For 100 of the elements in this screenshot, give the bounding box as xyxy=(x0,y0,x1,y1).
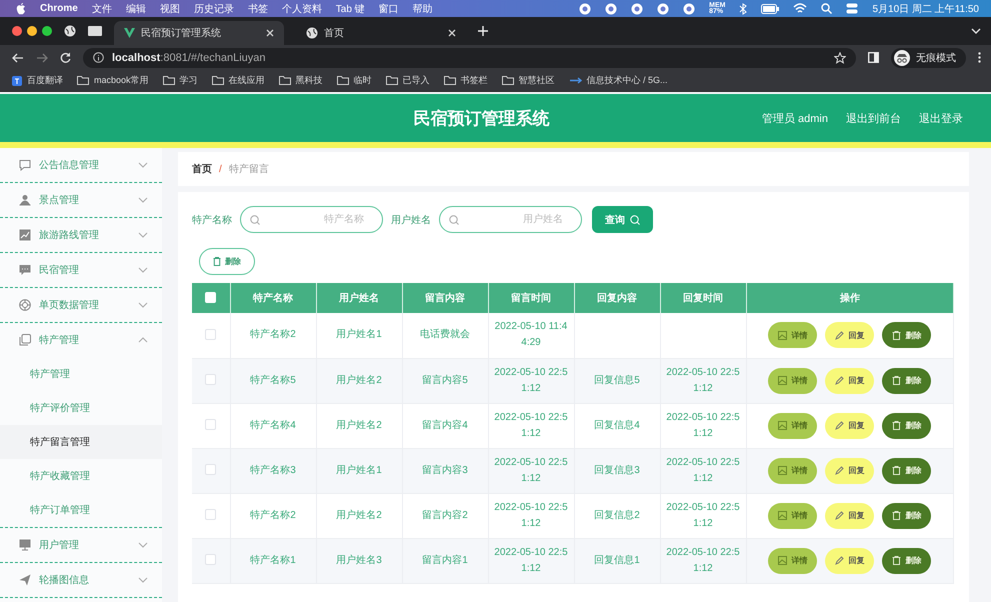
delete-button[interactable]: 删除 xyxy=(882,322,932,348)
submenu-item[interactable]: 特产留言管理 xyxy=(0,425,162,459)
menu-item[interactable]: Tab 键 xyxy=(336,2,365,16)
table-cell: 回复信息2 xyxy=(594,510,640,520)
delete-button[interactable]: 删除 xyxy=(882,548,932,574)
sidebar-item[interactable]: 旅游路线管理 xyxy=(0,218,162,252)
search-icon[interactable] xyxy=(821,3,832,14)
browser-tab[interactable]: 民宿预订管理系统 xyxy=(114,21,284,45)
search-field[interactable]: 特产名称 xyxy=(240,206,383,233)
reply-button[interactable]: 回复 xyxy=(825,412,874,438)
detail-button[interactable]: 详情 xyxy=(768,322,818,348)
bookmark[interactable]: 黑科技 xyxy=(278,74,323,87)
sidebar-item[interactable]: 单页数据管理 xyxy=(0,288,162,322)
circle-icon[interactable] xyxy=(683,2,696,14)
bookmark[interactable]: 学习 xyxy=(162,74,198,87)
search-field[interactable]: 用户姓名 xyxy=(439,206,582,233)
circle-icon[interactable] xyxy=(605,2,618,14)
menu-item[interactable]: 历史记录 xyxy=(194,2,234,16)
delete-button[interactable]: 删除 xyxy=(882,502,932,528)
folder-icon xyxy=(386,76,398,85)
reply-button[interactable]: 回复 xyxy=(825,322,874,348)
pencil-icon xyxy=(835,556,844,565)
bookmark[interactable]: 百度翻译 xyxy=(12,74,63,87)
detail-button[interactable]: 详情 xyxy=(768,458,818,484)
plus-icon[interactable] xyxy=(478,26,488,36)
control-center-icon[interactable] xyxy=(846,3,858,14)
header-link[interactable]: 退出到前台 xyxy=(846,110,901,126)
menu-item[interactable]: 帮助 xyxy=(412,2,433,16)
more-icon[interactable] xyxy=(978,52,981,63)
row-checkbox[interactable] xyxy=(205,509,216,520)
sidebar-item[interactable]: 轮播图信息 xyxy=(0,563,162,597)
globe-icon[interactable] xyxy=(64,25,76,37)
submenu-item[interactable]: 特产订单管理 xyxy=(0,493,162,527)
breadcrumb-item[interactable]: 首页 xyxy=(192,162,212,176)
delete-button[interactable]: 删除 xyxy=(882,412,932,438)
window-controls-icon[interactable] xyxy=(12,26,52,36)
sidebar-icon[interactable] xyxy=(868,52,879,63)
circle-icon[interactable] xyxy=(631,2,644,14)
menu-item[interactable]: 编辑 xyxy=(126,2,146,16)
apple-icon[interactable] xyxy=(16,2,26,14)
delete-button[interactable]: 删除 xyxy=(882,458,932,484)
circle-icon[interactable] xyxy=(657,2,670,14)
header-link[interactable]: 退出登录 xyxy=(919,110,963,126)
detail-button[interactable]: 详情 xyxy=(768,368,818,394)
sidebar-item[interactable]: 公告信息管理 xyxy=(0,148,162,182)
menu-item[interactable]: 书签 xyxy=(248,2,268,16)
reply-button[interactable]: 回复 xyxy=(825,502,874,528)
menu-item[interactable]: Chrome xyxy=(40,3,78,14)
back-icon[interactable] xyxy=(12,52,24,62)
bookmark[interactable]: 书签栏 xyxy=(444,74,488,87)
incognito-button[interactable]: 无痕模式 xyxy=(891,48,966,68)
table-cell: 2022-05-10 22:51:12 xyxy=(666,412,740,438)
close-icon[interactable] xyxy=(448,29,456,37)
delete-button[interactable]: 删除 xyxy=(882,368,932,394)
chevron-down-icon[interactable] xyxy=(971,28,981,34)
sidebar-item[interactable]: 用户管理 xyxy=(0,528,162,562)
reload-icon[interactable] xyxy=(60,52,71,63)
table-cell: 用户姓名1 xyxy=(336,329,382,340)
sidebar-item[interactable]: 民宿管理 xyxy=(0,253,162,287)
bookmark[interactable]: 在线应用 xyxy=(212,74,265,87)
submenu-item[interactable]: 特产收藏管理 xyxy=(0,459,162,493)
menu-item[interactable]: 文件 xyxy=(92,2,112,16)
sidebar-item[interactable]: 景点管理 xyxy=(0,183,162,217)
battery-icon[interactable] xyxy=(761,4,780,14)
address-field[interactable]: localhost:8081/#/techanLiuyan xyxy=(83,48,856,68)
select-all-checkbox[interactable] xyxy=(205,292,216,304)
menu-item[interactable]: 个人资料 xyxy=(282,2,322,16)
reply-button[interactable]: 回复 xyxy=(825,368,874,394)
bookmark[interactable]: 智慧社区 xyxy=(502,74,555,87)
reply-button[interactable]: 回复 xyxy=(825,458,874,484)
bookmark[interactable]: 信息技术中心 / 5G... xyxy=(568,74,668,87)
bookmark[interactable]: 已导入 xyxy=(386,74,430,87)
bluetooth-icon[interactable] xyxy=(739,2,748,14)
detail-button[interactable]: 详情 xyxy=(768,502,818,528)
row-checkbox[interactable] xyxy=(205,464,216,476)
wifi-icon[interactable] xyxy=(793,3,808,14)
row-checkbox[interactable] xyxy=(205,329,216,340)
detail-button[interactable]: 详情 xyxy=(768,548,818,574)
query-button[interactable]: 查询 xyxy=(592,206,653,233)
row-checkbox[interactable] xyxy=(205,374,216,386)
submenu-item[interactable]: 特产管理 xyxy=(0,357,162,391)
clock[interactable]: 5月10日 周二 上午11:50 xyxy=(872,2,979,16)
row-checkbox[interactable] xyxy=(205,554,216,566)
bookmark[interactable]: macbook常用 xyxy=(77,74,149,87)
row-checkbox[interactable] xyxy=(205,419,216,430)
circle-icon[interactable] xyxy=(579,2,592,14)
bookmark[interactable]: 临时 xyxy=(336,74,372,87)
close-icon[interactable] xyxy=(266,29,274,37)
menu-item-icon xyxy=(19,539,31,551)
menu-item-icon xyxy=(19,264,31,276)
detail-button[interactable]: 详情 xyxy=(768,412,818,438)
delete-button[interactable]: 删除 xyxy=(199,248,255,275)
sidebar-item[interactable]: 特产管理 xyxy=(0,323,162,357)
star-icon[interactable] xyxy=(834,52,846,64)
menu-item[interactable]: 视图 xyxy=(160,2,180,16)
browser-tab[interactable]: 首页 xyxy=(296,21,466,45)
forward-icon[interactable] xyxy=(36,52,48,62)
submenu-item[interactable]: 特产评价管理 xyxy=(0,391,162,425)
reply-button[interactable]: 回复 xyxy=(825,548,874,574)
menu-item[interactable]: 窗口 xyxy=(378,2,399,16)
